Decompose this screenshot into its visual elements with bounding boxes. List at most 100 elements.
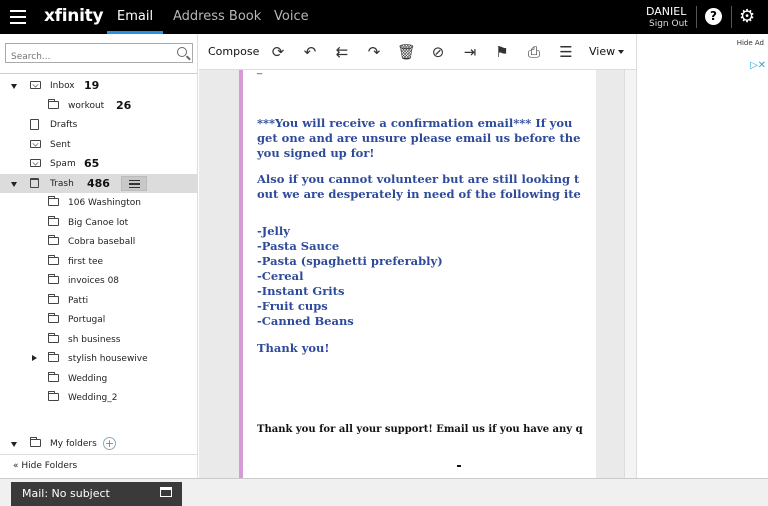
unread-count: 19 [84,79,100,92]
divider [696,6,697,28]
gear-icon[interactable]: ⚙ [739,6,755,27]
folder-icon [48,98,59,109]
folder-menu-button[interactable] [121,175,147,191]
folder-item[interactable]: Portugal [0,310,197,330]
list-item: -Pasta Sauce [257,239,340,253]
folder-icon [48,352,59,362]
message-toolbar: Compose ⟳ ↶ ⇇ ↷ 🗑 ⊘ ⇥ ⚑ ⎙ ☰ View [199,34,636,70]
forward-icon[interactable]: ↷ [365,43,383,61]
list-item: -Fruit cups [257,299,328,313]
more-icon[interactable]: ☰ [557,43,575,61]
folder-icon [48,313,59,323]
chevron-down-icon[interactable] [11,441,17,447]
folder-list: Inbox 19 workout 26 Drafts Sent Spam 65 Trash 486… [0,76,197,473]
folder-label: Inbox [50,81,75,91]
mail-icon [30,159,41,167]
search-box [5,43,193,66]
chevron-right-icon[interactable] [32,355,37,361]
folder-label: invoices 08 [68,276,120,286]
folder-item[interactable]: Spam 65 [0,154,197,174]
folder-item[interactable]: Wedding_2 [0,388,197,408]
folder-label: My folders [50,438,97,449]
tab-voice[interactable]: Voice [274,9,309,24]
hide-ad-link[interactable]: Hide Ad [737,39,764,47]
text-line: you signed up for! [257,146,375,160]
donation-paragraph: Also if you cannot volunteer but are sti… [257,172,581,202]
chevron-down-icon[interactable] [11,84,17,89]
mail-tab-label: Mail: No subject [22,487,110,500]
folder-label: workout [68,100,105,111]
folder-icon [48,391,59,401]
view-dropdown[interactable]: View [589,45,625,58]
folder-item[interactable]: Wedding [0,369,197,389]
folder-item[interactable]: Patti [0,291,197,311]
folder-icon [48,293,59,304]
help-icon[interactable]: ? [705,8,722,25]
reading-scrollbar[interactable] [624,70,636,478]
hide-folders-link[interactable]: « Hide Folders [0,454,197,478]
top-dash: _ [257,70,262,75]
close-icon[interactable]: ✕ [758,60,766,71]
divider [731,6,732,28]
chevron-down-icon[interactable] [11,181,17,187]
folder-item[interactable]: Trash 486 [0,173,197,193]
folder-item[interactable]: Inbox 19 [0,76,197,96]
user-name[interactable]: DANIEL [646,5,686,18]
unread-count: 26 [116,98,132,112]
folder-icon [48,215,59,226]
folder-label: Wedding_2 [68,393,118,403]
print-icon[interactable]: ⎙ [525,43,543,61]
move-icon[interactable]: ⇥ [461,43,479,61]
text-line: out we are desperately in need of the fo… [257,187,581,201]
folder-item[interactable]: Big Canoe lot [0,213,197,233]
flag-icon[interactable]: ⚑ [493,43,511,61]
compose-button[interactable]: Compose [208,45,259,58]
view-label: View [589,45,616,58]
folder-label: Big Canoe lot [68,217,129,228]
list-item: -Jelly [257,224,290,238]
reply-icon[interactable]: ↶ [301,43,319,61]
folder-item[interactable]: workout 26 [0,96,197,116]
mail-icon [30,139,41,148]
search-input[interactable] [6,48,166,66]
bottom-dash [457,465,461,467]
folder-label: sh business [68,334,121,345]
add-folder-icon[interactable]: + [103,436,116,450]
trash-icon [30,177,39,188]
sign-out-link[interactable]: Sign Out [649,19,688,29]
folder-item[interactable]: first tee [0,252,197,272]
folder-label: Patti [68,295,89,306]
list-item: -Pasta (spaghetti preferably) [257,254,443,268]
folder-icon [48,196,59,206]
folder-label: Trash [50,178,74,189]
folder-item[interactable]: Cobra baseball [0,232,197,252]
folder-label: Spam [50,159,76,169]
folder-item[interactable]: My folders + [0,434,197,454]
folder-item[interactable]: stylish housewive [0,349,197,369]
folder-icon [48,274,59,284]
spam-icon[interactable]: ⊘ [429,43,447,61]
folder-item[interactable]: 106 Washington [0,193,197,213]
email-body-frame: _ ***You will receive a confirmation ema… [239,70,596,478]
search-icon[interactable] [177,47,187,57]
refresh-icon[interactable]: ⟳ [269,43,287,61]
xfinity-logo[interactable]: xfinity [44,6,104,26]
list-item: -Cereal [257,269,304,283]
delete-icon[interactable]: 🗑 [397,43,416,61]
folder-label: first tee [68,256,104,267]
minimized-mail-tab[interactable]: Mail: No subject [11,482,182,506]
list-item: -Instant Grits [257,284,345,298]
tab-address-book[interactable]: Address Book [173,9,261,24]
folder-item[interactable]: sh business [0,330,197,350]
folder-label: stylish housewive [68,354,148,364]
folder-icon [48,235,59,245]
reply-all-icon[interactable]: ⇇ [333,43,351,61]
thank-you-text: Thank you! [257,341,330,355]
folder-icon [30,436,41,447]
folder-item[interactable]: Sent [0,135,197,155]
menu-icon[interactable] [10,10,26,24]
maximize-icon[interactable] [160,487,172,497]
tab-email[interactable]: Email [117,9,153,24]
folder-item[interactable]: invoices 08 [0,271,197,291]
folder-item[interactable]: Drafts [0,115,197,135]
